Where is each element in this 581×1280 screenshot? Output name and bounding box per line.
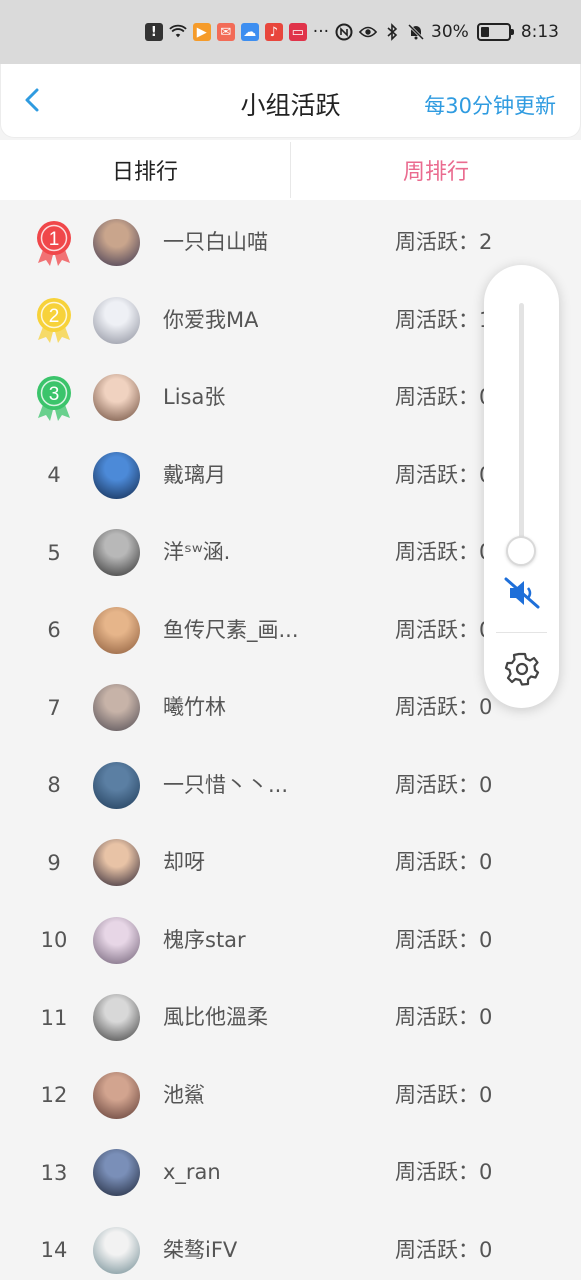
avatar[interactable] <box>93 374 140 421</box>
rank-number: 8 <box>47 773 61 798</box>
member-name: 曦竹林 <box>163 695 226 719</box>
rank-medal-icon: 1 <box>30 204 78 282</box>
avatar[interactable] <box>93 1071 140 1119</box>
rank-number: 10 <box>40 928 68 953</box>
rank-number: 12 <box>40 1083 68 1108</box>
app-icon-listen: ♪ <box>264 23 283 41</box>
weekly-activity-score: 周活跃：0 <box>395 1160 493 1184</box>
speaker-muted-icon <box>504 577 540 609</box>
avatar[interactable] <box>93 761 140 809</box>
more-dots: ··· <box>312 22 330 42</box>
rank-number: 1 <box>49 229 60 250</box>
member-name: 一只惜丶丶... <box>163 772 289 797</box>
ranking-row[interactable]: 14 桀骜iFV 周活跃：0 <box>0 1212 581 1280</box>
avatar[interactable] <box>93 219 140 266</box>
app-icon-play: ▶ <box>192 23 211 41</box>
avatar[interactable] <box>93 839 140 886</box>
volume-panel-divider <box>496 632 547 633</box>
alert-icon: ! <box>144 23 163 41</box>
app-icon-book: ▭ <box>288 23 307 41</box>
rank-number: 7 <box>47 695 61 720</box>
app-icon-mail: ✉ <box>216 23 235 41</box>
avatar[interactable] <box>93 529 140 576</box>
rank-number: 14 <box>40 1238 68 1263</box>
top-app-bar: 小组活跃 每30分钟更新 <box>0 64 581 138</box>
avatar[interactable] <box>93 606 140 654</box>
weekly-activity-score: 周活跃：0 <box>395 1005 493 1029</box>
weekly-activity-score: 周活跃：0 <box>395 385 493 409</box>
clock: 8:13 <box>520 22 559 42</box>
tab-daily-ranking[interactable]: 日排行 <box>0 140 290 200</box>
member-name: 槐序star <box>163 927 246 952</box>
rank-number: 3 <box>49 384 60 405</box>
member-name: x_ran <box>163 1160 221 1184</box>
volume-slider-track[interactable] <box>519 303 524 551</box>
weekly-activity-score: 周活跃：0 <box>395 695 493 719</box>
member-name: 却呀 <box>163 850 205 874</box>
mute-button[interactable] <box>502 573 542 613</box>
rank-number: 6 <box>47 618 61 643</box>
rank-medal-icon: 2 <box>30 282 78 360</box>
ranking-row[interactable]: 11 風比他溫柔 周活跃：0 <box>0 979 581 1057</box>
volume-slider-knob[interactable] <box>506 536 536 566</box>
member-name: 你爱我MA <box>163 307 259 332</box>
avatar[interactable] <box>93 916 140 964</box>
bluetooth-icon <box>383 23 401 41</box>
weekly-activity-score: 周活跃：0 <box>395 1082 493 1107</box>
rank-number: 2 <box>49 306 60 327</box>
ranking-row[interactable]: 9 却呀 周活跃：0 <box>0 824 581 902</box>
mute-bell-icon <box>407 23 425 41</box>
rank-number: 9 <box>47 850 61 875</box>
avatar[interactable] <box>93 1226 140 1274</box>
ranking-row[interactable]: 12 池鯊 周活跃：0 <box>0 1057 581 1135</box>
weekly-activity-score: 周活跃：1 <box>395 307 493 332</box>
status-bar: ! ▶ ✉ ☁ ♪ ▭ ··· 30% 8:13 <box>0 0 581 64</box>
wifi-icon <box>169 23 187 41</box>
ranking-tabs: 日排行 周排行 <box>0 140 581 200</box>
member-name: 鱼传尺素_画... <box>163 617 299 642</box>
avatar[interactable] <box>93 994 140 1041</box>
member-name: 池鯊 <box>163 1082 205 1107</box>
avatar[interactable] <box>93 684 140 731</box>
weekly-activity-score: 周活跃：0 <box>395 1237 493 1262</box>
member-name: Lisa张 <box>163 385 226 409</box>
member-name: 戴璃月 <box>163 462 226 487</box>
weekly-activity-score: 周活跃：2 <box>395 230 493 254</box>
battery-icon <box>476 23 514 41</box>
rank-number: 4 <box>47 463 61 488</box>
rank-medal-icon: 3 <box>30 359 78 437</box>
ranking-row[interactable]: 8 一只惜丶丶... 周活跃：0 <box>0 747 581 825</box>
avatar[interactable] <box>93 296 140 344</box>
ranking-row[interactable]: 13 x_ran 周活跃：0 <box>0 1134 581 1212</box>
eye-icon <box>359 23 378 41</box>
member-name: 風比他溫柔 <box>163 1005 268 1029</box>
rank-number: 5 <box>47 540 61 565</box>
weekly-activity-score: 周活跃：0 <box>395 617 493 642</box>
rank-number: 13 <box>40 1160 68 1185</box>
nfc-icon <box>335 23 353 41</box>
weekly-activity-score: 周活跃：0 <box>395 772 493 797</box>
member-name: 一只白山喵 <box>163 230 268 254</box>
tab-weekly-ranking[interactable]: 周排行 <box>291 140 581 200</box>
weekly-activity-score: 周活跃：0 <box>395 540 493 564</box>
avatar[interactable] <box>93 451 140 499</box>
app-icon-cloud: ☁ <box>240 23 259 41</box>
battery-percent: 30% <box>431 22 469 42</box>
ranking-row[interactable]: 10 槐序star 周活跃：0 <box>0 902 581 980</box>
volume-panel <box>484 265 559 708</box>
avatar[interactable] <box>93 1149 140 1196</box>
gear-icon <box>504 652 540 686</box>
weekly-activity-score: 周活跃：0 <box>395 927 493 952</box>
ranking-row[interactable]: 1 一只白山喵 周活跃：2 <box>0 204 581 282</box>
weekly-activity-score: 周活跃：0 <box>395 850 493 874</box>
update-frequency-note: 每30分钟更新 <box>424 94 556 118</box>
volume-settings-button[interactable] <box>503 650 541 688</box>
rank-number: 11 <box>40 1005 68 1030</box>
weekly-activity-score: 周活跃：0 <box>395 462 493 487</box>
member-name: 洋ˢʷ涵. <box>163 540 231 564</box>
member-name: 桀骜iFV <box>163 1237 238 1262</box>
